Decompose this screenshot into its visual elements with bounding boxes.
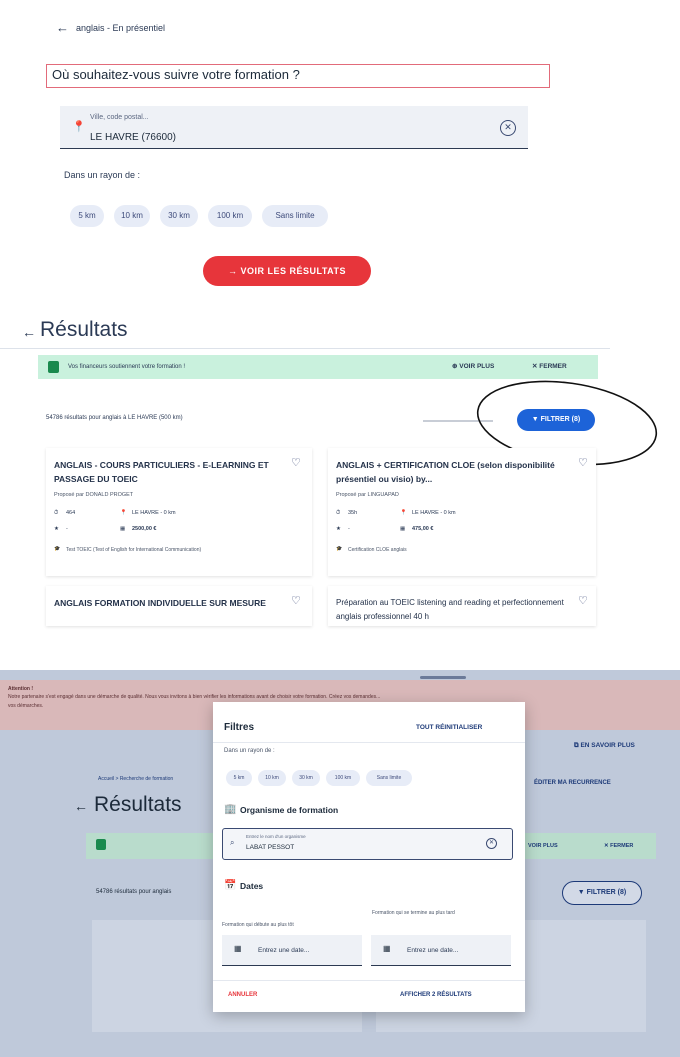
price-icon: ▦ [120, 526, 126, 532]
banner-close-button[interactable]: ✕ FERMER [604, 843, 633, 849]
heart-icon[interactable]: ♡ [578, 594, 588, 607]
org-input-label: Entrez le nom d'un organisme [246, 834, 306, 839]
result-provider: Proposé par LINGUAPAD [336, 492, 399, 498]
page-title: Résultats [94, 793, 182, 816]
city-input-label: Ville, code postal... [90, 114, 149, 121]
city-input-value: LE HAVRE (76600) [90, 132, 176, 143]
org-section-title: Organisme de formation [240, 805, 339, 815]
result-rating: - [348, 526, 350, 532]
radius-chip-10km[interactable]: 10 km [114, 205, 150, 227]
radius-label: Dans un rayon de : [64, 170, 141, 180]
filter-label: FILTRER (8) [586, 889, 627, 896]
duration-icon: ⏱ [336, 510, 341, 516]
result-location: LE HAVRE - 0 km [132, 510, 176, 516]
page-title: Résultats [40, 318, 128, 341]
location-pin-icon: 📍 [72, 121, 86, 133]
banner-text: Vos financeurs soutiennent votre formati… [68, 364, 186, 370]
clear-icon[interactable]: ✕ [486, 838, 497, 849]
learn-more-label: EN SAVOIR PLUS [580, 742, 635, 749]
calendar-icon: ▦ [383, 944, 391, 953]
start-date-placeholder: Entrez une date... [258, 947, 310, 954]
gift-icon [96, 839, 106, 850]
banner-close-label: FERMER [539, 363, 567, 370]
warning-title: Attention ! [8, 686, 33, 692]
learn-more-button[interactable]: ⧉ EN SAVOIR PLUS [574, 742, 635, 750]
breadcrumb[interactable]: Accueil > Recherche de formation [98, 776, 173, 782]
radius-chip-100km[interactable]: 100 km [326, 770, 360, 786]
edit-recurrence-link[interactable]: ÉDITER MA RECURRENCE [534, 780, 611, 786]
heart-icon[interactable]: ♡ [291, 456, 301, 469]
end-date-placeholder: Entrez une date... [407, 947, 459, 954]
divider [0, 348, 610, 349]
banner-more-button[interactable]: ⊕ VOIR PLUS [452, 362, 494, 370]
show-results-button[interactable]: AFFICHER 2 RÉSULTATS [400, 992, 472, 998]
results-count: 54786 résultats pour anglais à LE HAVRE … [46, 415, 183, 421]
result-duration: 35h [348, 510, 358, 516]
back-arrow-icon[interactable]: ← [22, 324, 36, 340]
banner-more-label: VOIR PLUS [459, 363, 495, 370]
radius-chip-unlimited[interactable]: Sans limite [262, 205, 328, 227]
results-count: 54786 résultats pour anglais [96, 889, 172, 895]
result-price: 2500,00 € [132, 526, 157, 532]
certificate-icon: 🎓 [336, 546, 343, 552]
org-input-value: LABAT PESSOT [246, 844, 295, 851]
location-pin-icon: 📍 [120, 510, 127, 516]
result-title[interactable]: Préparation au TOEIC listening and readi… [336, 596, 566, 624]
calendar-icon: ▦ [234, 944, 242, 953]
result-price: 475,00 € [412, 526, 434, 532]
building-icon: 🏢 [224, 804, 237, 815]
warning-text-tail: vos démarches. [8, 703, 44, 709]
calendar-icon: 📅 [224, 880, 237, 891]
price-icon: ▦ [400, 526, 406, 532]
result-certification: Certification CLOE anglais [348, 547, 407, 553]
radius-chip-100km[interactable]: 100 km [208, 205, 252, 227]
banner-close-label: FERMER [610, 843, 634, 849]
radius-chip-30km[interactable]: 30 km [292, 770, 320, 786]
start-date-label: Formation qui débute au plus tôt [222, 922, 294, 928]
radius-chip-10km[interactable]: 10 km [258, 770, 286, 786]
result-rating: - [66, 526, 68, 532]
result-certification: Test TOEIC (Test of English for Internat… [66, 547, 202, 553]
radius-chip-30km[interactable]: 30 km [160, 205, 198, 227]
banner-close-button[interactable]: ✕ FERMER [532, 362, 567, 370]
banner-more-button[interactable]: VOIR PLUS [528, 843, 558, 849]
clear-icon[interactable]: ✕ [500, 120, 516, 136]
radius-chip-unlimited[interactable]: Sans limite [366, 770, 412, 786]
back-arrow-icon[interactable]: ← [56, 20, 69, 35]
divider [213, 980, 525, 981]
modal-title: Filtres [224, 722, 255, 733]
radius-label: Dans un rayon de : [224, 748, 275, 754]
heart-icon[interactable]: ♡ [291, 594, 301, 607]
search-icon: ⌕ [230, 838, 235, 847]
location-question: Où souhaitez-vous suivre votre formation… [52, 67, 300, 82]
star-icon: ★ [54, 526, 59, 532]
location-pin-icon: 📍 [400, 510, 407, 516]
certificate-icon: 🎓 [54, 546, 61, 552]
dates-section-title: Dates [240, 881, 264, 891]
see-results-button[interactable]: → VOIR LES RÉSULTATS [203, 256, 371, 286]
duration-icon: ⏱ [54, 510, 59, 516]
filter-button[interactable]: ▼ FILTRER (8) [562, 881, 642, 905]
result-provider: Proposé par DONALD PROGET [54, 492, 134, 498]
warning-text: Notre partenaire s'est engagé dans une d… [8, 694, 381, 700]
heart-icon[interactable]: ♡ [578, 456, 588, 469]
gift-icon [48, 361, 59, 373]
see-results-label: VOIR LES RÉSULTATS [240, 266, 347, 276]
star-icon: ★ [336, 526, 341, 532]
divider [213, 742, 525, 743]
back-arrow-icon[interactable]: ← [74, 798, 88, 814]
radius-chip-5km[interactable]: 5 km [70, 205, 104, 227]
reset-all-button[interactable]: TOUT RÉINITIALISER [416, 724, 482, 731]
end-date-label: Formation qui se termine au plus tard [372, 910, 455, 916]
result-duration: 464 [66, 510, 76, 516]
result-title[interactable]: ANGLAIS - COURS PARTICULIERS - E-LEARNIN… [54, 458, 274, 486]
result-title[interactable]: ANGLAIS FORMATION INDIVIDUELLE SUR MESUR… [54, 596, 274, 610]
result-title[interactable]: ANGLAIS + CERTIFICATION CLOE (selon disp… [336, 458, 562, 486]
radius-chip-5km[interactable]: 5 km [226, 770, 252, 786]
result-location: LE HAVRE - 0 km [412, 510, 456, 516]
search-breadcrumb: anglais - En présentiel [76, 23, 166, 33]
cancel-button[interactable]: ANNULER [228, 992, 257, 998]
drag-handle[interactable] [420, 676, 466, 679]
